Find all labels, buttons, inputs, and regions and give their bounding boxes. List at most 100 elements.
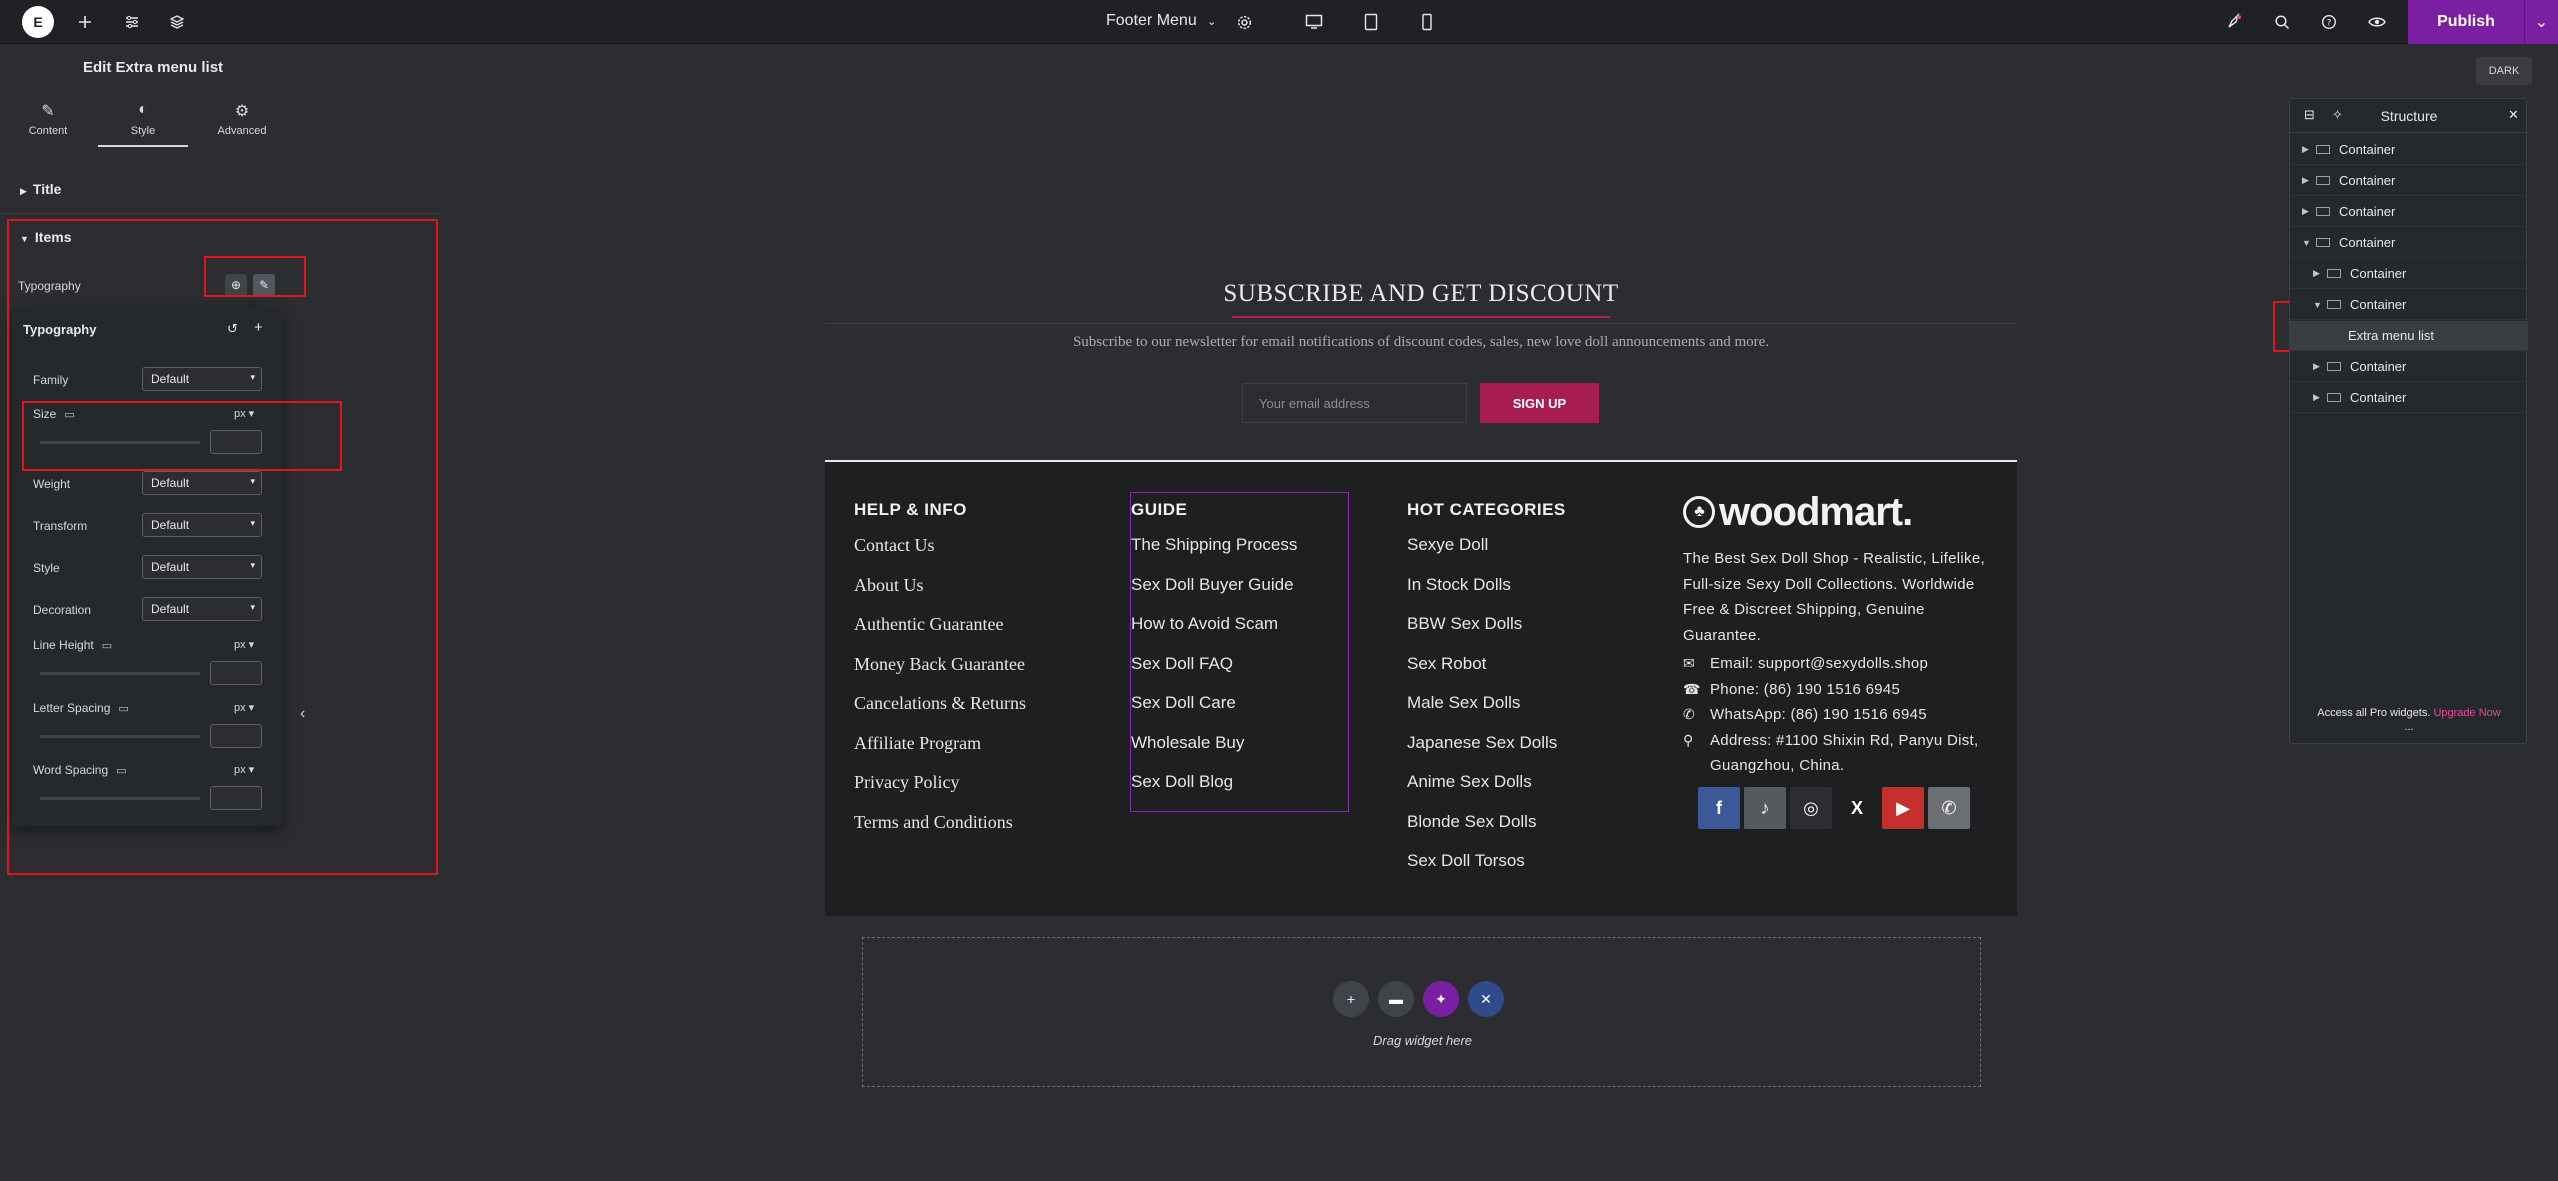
pro-upgrade-notice: Access all Pro widgets. Upgrade Now ... xyxy=(2290,707,2528,733)
structure-row-selected[interactable]: Extra menu list xyxy=(2290,321,2528,351)
column-heading: HELP & INFO xyxy=(854,500,967,519)
container-icon xyxy=(2327,269,2341,278)
tablet-view-icon[interactable] xyxy=(1357,8,1385,36)
structure-row[interactable]: ▼ Container xyxy=(2290,290,2528,320)
elementor-logo-icon[interactable]: E xyxy=(22,6,54,38)
footer-link[interactable]: Anime Sex Dolls xyxy=(1407,771,1566,811)
kit-icon[interactable]: ✕ xyxy=(1468,981,1504,1017)
footer-link[interactable]: Sex Doll Care xyxy=(1131,692,1297,732)
settings-sliders-icon[interactable] xyxy=(118,8,146,36)
contact-email: ✉ Email: support@sexydolls.shop xyxy=(1683,651,2003,677)
gear-icon: ⚙ xyxy=(234,103,250,120)
caret-right-icon: ▶ xyxy=(2313,268,2320,278)
footer-link[interactable]: Male Sex Dolls xyxy=(1407,692,1566,732)
highlight-typography-buttons xyxy=(204,256,306,297)
footer-link[interactable]: Sex Doll Torsos xyxy=(1407,850,1566,890)
footer-link[interactable]: Sex Doll Buyer Guide xyxy=(1131,574,1297,614)
dark-mode-button[interactable]: DARK xyxy=(2476,57,2532,85)
sign-up-button[interactable]: SIGN UP xyxy=(1480,383,1599,423)
instagram-icon[interactable]: ◎ xyxy=(1790,787,1832,829)
mobile-view-icon[interactable] xyxy=(1413,8,1441,36)
woodmart-logo[interactable]: ♣ woodmart. xyxy=(1683,490,2003,534)
caret-right-icon: ▶ xyxy=(2313,392,2320,402)
tiktok-icon[interactable]: ♪ xyxy=(1744,787,1786,829)
facebook-icon[interactable]: f xyxy=(1698,787,1740,829)
map-pin-icon: ⚲ xyxy=(1683,731,1694,748)
youtube-icon[interactable]: ▶ xyxy=(1882,787,1924,829)
structure-row[interactable]: ▶ Container xyxy=(2290,259,2528,289)
subscribe-section: SUBSCRIBE AND GET DISCOUNT Subscribe to … xyxy=(825,280,2017,423)
footer-link[interactable]: Blonde Sex Dolls xyxy=(1407,811,1566,851)
contact-address: ⚲ Address: #1100 Shixin Rd, Panyu Dist, G… xyxy=(1683,728,2003,779)
structure-header: ⊟ ✧ Structure ✕ xyxy=(2290,99,2528,133)
more-dots: ... xyxy=(2404,721,2414,733)
structure-row[interactable]: ▼ Container xyxy=(2290,228,2528,258)
column-heading: GUIDE xyxy=(1131,500,1188,519)
add-element-icon[interactable] xyxy=(71,8,99,36)
whatsapp-icon[interactable]: ✆ xyxy=(1928,787,1970,829)
footer-link[interactable]: In Stock Dolls xyxy=(1407,574,1566,614)
preview-eye-icon[interactable] xyxy=(2363,8,2391,36)
caret-right-icon: ▶ xyxy=(20,186,27,196)
subscribe-title: SUBSCRIBE AND GET DISCOUNT xyxy=(1223,280,1619,307)
structure-row[interactable]: ▶ Container xyxy=(2290,383,2528,413)
footer-link[interactable]: BBW Sex Dolls xyxy=(1407,613,1566,653)
caret-right-icon: ▶ xyxy=(2302,206,2309,216)
structure-row[interactable]: ▶ Container xyxy=(2290,166,2528,196)
structure-row[interactable]: ▶ Container xyxy=(2290,135,2528,165)
x-icon[interactable]: X xyxy=(1836,787,1878,829)
template-library-folder-icon[interactable]: ▬ xyxy=(1378,981,1414,1017)
container-icon xyxy=(2316,238,2330,247)
footer-link[interactable]: Sex Doll FAQ xyxy=(1131,653,1297,693)
page-settings-gear-icon[interactable] xyxy=(1230,8,1258,36)
help-icon[interactable]: ? xyxy=(2315,8,2343,36)
container-icon xyxy=(2327,362,2341,371)
title-underline xyxy=(1232,316,1610,318)
document-title[interactable]: Footer Menu ⌄ xyxy=(1106,12,1216,30)
footer-link[interactable]: Money Back Guarantee xyxy=(854,653,1026,693)
search-icon[interactable] xyxy=(2268,8,2296,36)
section-title-toggle[interactable]: ▶ Title xyxy=(20,181,61,197)
publish-options-chevron-icon[interactable]: ⌄ xyxy=(2524,0,2558,44)
footer-link[interactable]: Affiliate Program xyxy=(854,732,1026,772)
footer-link[interactable]: About Us xyxy=(854,574,1026,614)
footer-link[interactable]: Terms and Conditions xyxy=(854,811,1026,851)
footer-column-hot-categories: HOT CATEGORIES Sexye Doll In Stock Dolls… xyxy=(1407,500,1566,890)
container-icon xyxy=(2327,393,2341,402)
footer-link[interactable]: Sex Doll Blog xyxy=(1131,771,1297,811)
layers-icon[interactable] xyxy=(163,8,191,36)
structure-row[interactable]: ▶ Container xyxy=(2290,352,2528,382)
add-section-icon[interactable]: + xyxy=(1333,981,1369,1017)
structure-row[interactable]: ▶ Container xyxy=(2290,197,2528,227)
tab-advanced[interactable]: ⚙ Advanced xyxy=(197,101,287,137)
ai-sparkle-icon[interactable]: ✦ xyxy=(1423,981,1459,1017)
close-icon[interactable]: ✕ xyxy=(2508,107,2519,123)
contact-whatsapp: ✆ WhatsApp: (86) 190 1516 6945 xyxy=(1683,702,2003,728)
footer-link[interactable]: The Shipping Process xyxy=(1131,534,1297,574)
footer-link[interactable]: Japanese Sex Dolls xyxy=(1407,732,1566,772)
footer-link[interactable]: Sexye Doll xyxy=(1407,534,1566,574)
tab-content[interactable]: ✎ Content xyxy=(3,101,93,137)
desktop-view-icon[interactable] xyxy=(1300,8,1328,36)
publish-label: Publish xyxy=(2437,13,2495,30)
drop-zone[interactable]: + ▬ ✦ ✕ Drag widget here xyxy=(862,937,1981,1087)
footer-section: HELP & INFO Contact Us About Us Authenti… xyxy=(825,460,2017,916)
footer-link[interactable]: Contact Us xyxy=(854,534,1026,574)
social-icons: f ♪ ◎ X ▶ ✆ xyxy=(1698,787,1970,829)
email-input[interactable]: Your email address xyxy=(1242,383,1467,423)
structure-title: Structure xyxy=(2380,108,2438,124)
highlight-size-control xyxy=(22,401,342,471)
footer-link[interactable]: Wholesale Buy xyxy=(1131,732,1297,772)
footer-link[interactable]: Authentic Guarantee xyxy=(854,613,1026,653)
tree-icon: ♣ xyxy=(1683,496,1715,528)
footer-link[interactable]: Cancelations & Returns xyxy=(854,692,1026,732)
upgrade-now-link[interactable]: Upgrade Now xyxy=(2433,707,2500,719)
panel-tabs: ✎ Content ◐ Style ⚙ Advanced xyxy=(0,101,440,191)
footer-link[interactable]: How to Avoid Scam xyxy=(1131,613,1297,653)
notifications-rocket-icon[interactable] xyxy=(2220,8,2248,36)
container-icon xyxy=(2327,300,2341,309)
publish-button[interactable]: Publish ⌄ xyxy=(2408,0,2558,44)
tab-style[interactable]: ◐ Style xyxy=(98,101,188,147)
footer-link[interactable]: Sex Robot xyxy=(1407,653,1566,693)
footer-link[interactable]: Privacy Policy xyxy=(854,771,1026,811)
